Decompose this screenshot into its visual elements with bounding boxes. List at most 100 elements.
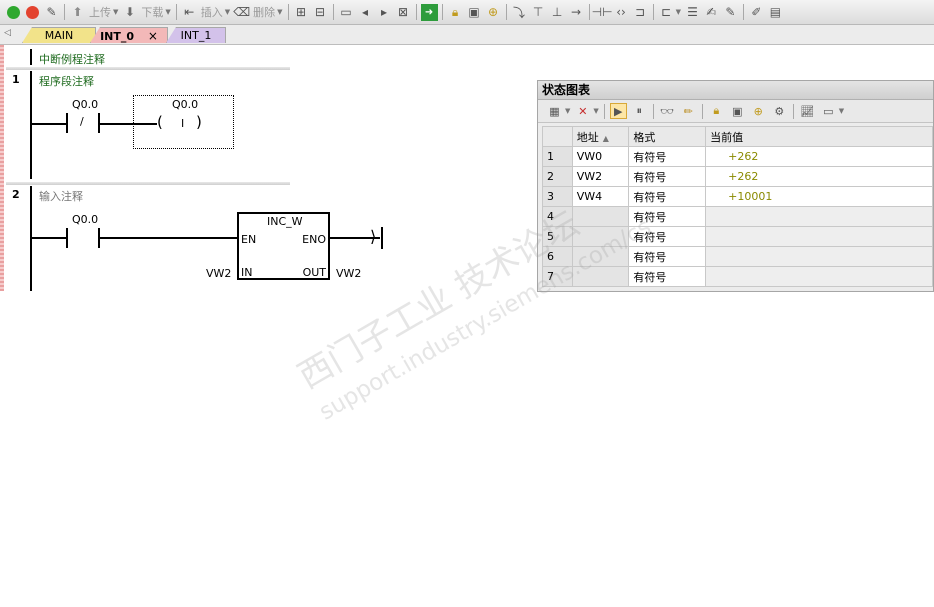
tab-main[interactable]: MAIN [22, 27, 96, 43]
routine-comment[interactable]: 中断例程注释 [39, 51, 105, 67]
box-icon[interactable]: ⊐ [632, 4, 649, 21]
run-icon[interactable] [5, 4, 22, 21]
download-dropdown-icon[interactable]: ▼ [165, 8, 170, 16]
inc-w-block[interactable]: INC_W EN ENO IN OUT [237, 212, 330, 280]
coil-icon[interactable]: ‹› [613, 4, 630, 21]
tab-int1[interactable]: INT_1 [166, 27, 226, 43]
format-cell[interactable]: 有符号 [628, 266, 707, 287]
address-cell[interactable] [571, 266, 630, 287]
contact-left-bar[interactable] [66, 113, 68, 133]
pause-icon[interactable]: ⏸︎ [631, 103, 648, 119]
insert-icon[interactable]: ⇤ [181, 4, 198, 21]
table-row[interactable]: 7 有符号 [542, 266, 933, 287]
write-icon[interactable]: ✏ [680, 103, 697, 119]
out-operand[interactable]: VW2 [336, 267, 361, 280]
coil-left-paren[interactable]: ( [157, 113, 163, 131]
close-icon[interactable]: × [148, 29, 158, 43]
prev-bookmark-icon[interactable]: ◂ [357, 4, 374, 21]
format-cell[interactable]: 有符号 [628, 226, 707, 247]
coil-right-paren[interactable]: ) [196, 113, 202, 131]
force-icon[interactable]: ▣ [466, 4, 483, 21]
options-dropdown-icon[interactable]: ▼ [839, 107, 844, 115]
delete-row-icon[interactable]: ✕ [574, 103, 591, 119]
table-row[interactable]: 1 VW0 有符号 +262 [542, 146, 933, 167]
format-cell[interactable]: 有符号 [628, 166, 707, 187]
unforce-all-icon[interactable]: ⊕ [750, 103, 767, 119]
delete-button[interactable]: 删除 [253, 4, 275, 20]
line-up-icon[interactable]: ⊥ [549, 4, 566, 21]
network-comment[interactable]: 程序段注释 [39, 73, 94, 89]
address-cell[interactable] [571, 246, 630, 267]
force-lock-icon[interactable]: 🔒︎ [708, 103, 725, 119]
contact-operand[interactable]: Q0.0 [72, 98, 98, 111]
bookmark-icon[interactable]: ▭ [338, 4, 355, 21]
line-down-icon[interactable]: ⊤ [530, 4, 547, 21]
symbol-dropdown-icon[interactable]: ▼ [676, 8, 681, 16]
delete-icon[interactable]: ⌫ [233, 4, 250, 21]
lock-icon[interactable]: 🔒︎ [447, 4, 464, 21]
insert-button[interactable]: 插入 [201, 4, 223, 20]
network-view-icon[interactable]: ⊞ [293, 4, 310, 21]
edit-table-icon[interactable]: ✍ [703, 4, 720, 21]
download-button[interactable]: 下载 [141, 4, 163, 20]
address-cell[interactable]: VW2 [571, 166, 630, 187]
clear-bookmarks-icon[interactable]: ⊠ [395, 4, 412, 21]
network-comment[interactable]: 输入注释 [39, 188, 83, 204]
unforce-icon[interactable]: ⊕ [485, 4, 502, 21]
table-row[interactable]: 4 有符号 [542, 206, 933, 227]
panel-title: 状态图表 [538, 81, 933, 100]
format-cell[interactable]: 有符号 [628, 146, 707, 167]
upload-button[interactable]: 上传 [89, 4, 111, 20]
ladder-editor[interactable]: 中断例程注释 1 程序段注释 Q0.0 / Q0.0 ( I ) 2 输入注释 … [0, 45, 383, 291]
delete-row-dropdown-icon[interactable]: ▼ [593, 107, 598, 115]
read-icon[interactable]: 👓︎ [659, 103, 676, 119]
stop-icon[interactable] [24, 4, 41, 21]
address-cell[interactable] [571, 206, 630, 227]
add-row-dropdown-icon[interactable]: ▼ [565, 107, 570, 115]
goto-icon[interactable]: ➜ [420, 3, 438, 21]
contact-left-bar[interactable] [66, 228, 68, 248]
column-header-format[interactable]: 格式 [628, 126, 707, 147]
options-icon[interactable]: ▭ [820, 103, 837, 119]
download-arrow-icon[interactable]: ⬇ [121, 4, 138, 21]
format-cell[interactable]: 有符号 [628, 206, 707, 227]
next-bookmark-icon[interactable]: ▸ [376, 4, 393, 21]
compile-icon[interactable]: ✎ [43, 4, 60, 21]
coil-operand[interactable]: Q0.0 [172, 98, 198, 111]
format-cell[interactable]: 有符号 [628, 246, 707, 267]
upload-arrow-icon[interactable]: ⬆ [69, 4, 86, 21]
column-header-value[interactable]: 当前值 [705, 126, 933, 147]
line-right-icon[interactable]: → [568, 4, 585, 21]
trend-view-icon[interactable]: 📈︎ [799, 103, 816, 119]
add-row-icon[interactable]: ▦ [546, 103, 563, 119]
contact-symbol[interactable]: / [80, 115, 84, 128]
address-cell[interactable] [571, 226, 630, 247]
table-row[interactable]: 2 VW2 有符号 +262 [542, 166, 933, 187]
tab-int0[interactable]: INT_0 × [90, 27, 168, 43]
network-map-icon[interactable]: ⊟ [312, 4, 329, 21]
notes-icon[interactable]: ✎ [722, 4, 739, 21]
in-operand[interactable]: VW2 [206, 267, 231, 280]
table-row[interactable]: 6 有符号 [542, 246, 933, 267]
symbol-icon[interactable]: ⊏ [658, 4, 675, 21]
table-row[interactable]: 3 VW4 有符号 +10001 [542, 186, 933, 207]
delete-dropdown-icon[interactable]: ▼ [277, 8, 282, 16]
chart-monitor-icon[interactable]: ▶ [609, 103, 627, 119]
coil-symbol[interactable]: I [181, 117, 184, 130]
address-cell[interactable]: VW0 [571, 146, 630, 167]
upload-dropdown-icon[interactable]: ▼ [113, 8, 118, 16]
contact-operand[interactable]: Q0.0 [72, 213, 98, 226]
contact-icon[interactable]: ⊣⊢ [592, 4, 613, 21]
column-header-address[interactable]: 地址 ▲ [571, 126, 630, 147]
address-cell[interactable]: VW4 [571, 186, 630, 207]
tab-scroll-left-icon[interactable]: ◁ [4, 28, 11, 38]
table-row[interactable]: 5 有符号 [542, 226, 933, 247]
branch-down-icon[interactable]: ⤵ [511, 4, 528, 21]
symbol-table-icon[interactable]: ☰ [684, 4, 701, 21]
read-forced-icon[interactable]: ⚙ [771, 103, 788, 119]
unforce-icon[interactable]: ▣ [729, 103, 746, 119]
properties-icon[interactable]: ✐ [748, 4, 765, 21]
insert-dropdown-icon[interactable]: ▼ [225, 8, 230, 16]
pou-icon[interactable]: ▤ [767, 4, 784, 21]
format-cell[interactable]: 有符号 [628, 186, 707, 207]
